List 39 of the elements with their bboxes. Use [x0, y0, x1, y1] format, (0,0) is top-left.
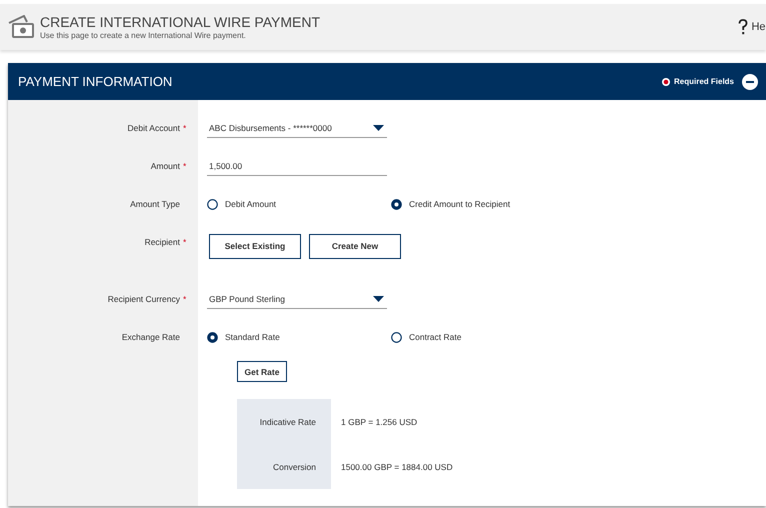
page-title: CREATE INTERNATIONAL WIRE PAYMENT [40, 14, 322, 30]
required-mark: * [183, 237, 187, 247]
radio-label: Standard Rate [225, 332, 280, 342]
radio-label: Credit Amount to Recipient [409, 199, 510, 209]
get-rate-button[interactable]: Get Rate [237, 361, 287, 382]
field-label: Amount [150, 161, 180, 171]
collapse-icon[interactable] [742, 74, 758, 90]
required-icon [662, 78, 670, 86]
caret-icon [373, 124, 384, 130]
field-label: Recipient [144, 237, 180, 247]
radio-button[interactable] [391, 332, 402, 342]
field-label: Exchange Rate [122, 332, 180, 342]
required-mark: * [183, 161, 187, 171]
section-title: PAYMENT INFORMATION [18, 74, 174, 89]
dropdown-field[interactable]: GBP Pound Sterling [207, 289, 387, 309]
required-legend: Required Fields [674, 77, 734, 86]
rate-value: 1500.00 GBP = 1884.00 USD [340, 462, 454, 472]
radio-button[interactable] [207, 198, 218, 210]
required-mark: * [183, 294, 187, 304]
radio-label: Contract Rate [409, 332, 462, 342]
dropdown-field[interactable]: ABC Disbursements - ******0000 [207, 118, 387, 138]
field-label: Recipient Currency [108, 294, 180, 304]
payment-cards-icon [8, 15, 34, 39]
radio-button[interactable] [207, 332, 218, 342]
rate-label: Conversion [272, 462, 317, 472]
rate-value: 1 GBP = 1.256 USD [340, 416, 418, 426]
input-field[interactable]: 1,500.00 [207, 156, 387, 176]
page-subtitle: Use this page to create a new International Wire payment. [40, 31, 247, 40]
help-icon[interactable] [738, 19, 748, 35]
help-link[interactable]: Hel [751, 21, 766, 33]
recipient-button[interactable]: Create New [309, 234, 401, 258]
radio-label: Debit Amount [225, 199, 276, 209]
caret-icon [373, 296, 384, 302]
rate-label: Indicative Rate [258, 416, 317, 426]
radio-button[interactable] [391, 198, 402, 210]
field-label: Amount Type [130, 199, 180, 209]
field-label: Debit Account [128, 123, 180, 133]
required-mark: * [183, 123, 187, 133]
recipient-button[interactable]: Select Existing [209, 234, 301, 258]
